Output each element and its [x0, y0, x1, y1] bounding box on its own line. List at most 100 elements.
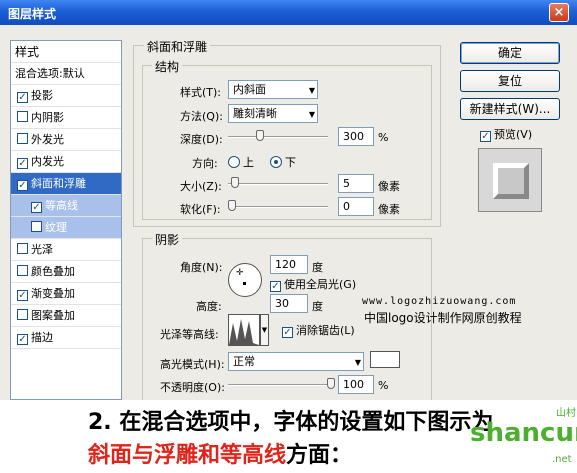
- sidebar-item-inner-glow[interactable]: ✓ 内发光: [11, 151, 121, 173]
- size-input[interactable]: 5: [338, 174, 374, 193]
- sidebar-item-label: 内发光: [31, 155, 64, 168]
- sidebar-item-satin[interactable]: 光泽: [11, 239, 121, 261]
- size-slider-track[interactable]: [228, 183, 328, 185]
- sidebar-item-texture[interactable]: 纹理: [11, 217, 121, 239]
- styles-header[interactable]: 样式: [11, 41, 121, 63]
- close-button[interactable]: ×: [549, 3, 569, 22]
- global-light-checkbox[interactable]: ✓ 使用全局光(G): [270, 276, 356, 292]
- checkbox-checked-icon[interactable]: ✓: [31, 202, 42, 213]
- anti-aliased-label: 消除锯齿(L): [296, 324, 355, 337]
- reset-button[interactable]: 复位: [460, 70, 560, 92]
- ok-button[interactable]: 确定: [460, 42, 560, 64]
- gloss-contour-preview[interactable]: [228, 314, 260, 346]
- watermark-text: 中国logo设计制作网原创教程: [364, 311, 522, 325]
- angle-dot-icon: [243, 282, 246, 285]
- highlight-mode-label: 高光模式(H):: [160, 358, 225, 371]
- structure-title: 结构: [152, 58, 183, 75]
- sidebar-item-drop-shadow[interactable]: ✓ 投影: [11, 85, 121, 107]
- sidebar-item-pattern-overlay[interactable]: 图案叠加: [11, 305, 121, 327]
- altitude-input[interactable]: 30: [270, 294, 308, 313]
- style-preview: [478, 148, 542, 212]
- direction-down-label: 下: [285, 156, 296, 169]
- checkbox-icon[interactable]: [17, 111, 28, 122]
- checkbox-icon[interactable]: [17, 133, 28, 144]
- angle-dial[interactable]: ✛: [228, 263, 262, 297]
- direction-down-radio[interactable]: 下: [270, 154, 296, 170]
- radio-selected-icon[interactable]: [270, 156, 282, 168]
- checkbox-checked-icon[interactable]: ✓: [17, 92, 28, 103]
- opacity-input[interactable]: 100: [338, 375, 374, 394]
- sidebar-item-label: 外发光: [31, 133, 64, 146]
- preview-checkbox[interactable]: ✓ 预览(V): [480, 126, 532, 142]
- highlight-mode-dropdown[interactable]: 正常 ▼: [228, 352, 364, 371]
- highlight-mode-value: 正常: [233, 355, 255, 368]
- sidebar-item-label: 光泽: [31, 243, 53, 256]
- soften-slider-track[interactable]: [228, 206, 328, 208]
- sidebar-item-gradient-overlay[interactable]: ✓ 渐变叠加: [11, 283, 121, 305]
- depth-input[interactable]: 300: [338, 127, 374, 146]
- blending-options[interactable]: 混合选项:默认: [11, 63, 121, 85]
- style-dropdown[interactable]: 内斜面 ▼: [228, 80, 318, 99]
- direction-label: 方向:: [192, 157, 218, 170]
- altitude-unit: 度: [312, 300, 323, 313]
- soften-slider-thumb[interactable]: [228, 200, 236, 211]
- logo-sub: 山村: [556, 408, 576, 419]
- checkbox-checked-icon[interactable]: ✓: [17, 290, 28, 301]
- checkbox-icon[interactable]: [17, 309, 28, 320]
- caption-area: 2. 在混合选项中，字体的设置如下图示为 斜面与浮雕和等高线方面： shancu…: [0, 400, 577, 473]
- opacity-slider-track[interactable]: [228, 384, 334, 386]
- anti-aliased-checkbox[interactable]: ✓ 消除锯齿(L): [282, 322, 355, 338]
- sidebar-item-bevel-emboss[interactable]: ✓ 斜面和浮雕: [11, 173, 121, 195]
- depth-slider-track[interactable]: [228, 136, 328, 138]
- checkbox-checked-icon[interactable]: ✓: [270, 281, 281, 292]
- sidebar-item-label: 图案叠加: [31, 309, 75, 322]
- technique-label: 方法(Q):: [180, 110, 223, 123]
- highlight-color-swatch[interactable]: [370, 351, 400, 368]
- bevel-emboss-title: 斜面和浮雕: [144, 38, 211, 55]
- gloss-contour-dropdown[interactable]: ▼: [260, 314, 269, 346]
- caption-highlight: 斜面与浮雕和等高线: [88, 443, 287, 468]
- crosshair-icon: ✛: [236, 268, 244, 278]
- checkbox-checked-icon[interactable]: ✓: [17, 334, 28, 345]
- sidebar-item-label: 斜面和浮雕: [31, 177, 86, 190]
- checkbox-icon[interactable]: [17, 243, 28, 254]
- opacity-unit: %: [378, 379, 389, 392]
- sidebar-item-outer-glow[interactable]: 外发光: [11, 129, 121, 151]
- sidebar-item-stroke[interactable]: ✓ 描边: [11, 327, 121, 349]
- opacity-slider-thumb[interactable]: [327, 378, 335, 389]
- sidebar-item-label: 投影: [31, 89, 53, 102]
- angle-label: 角度(N):: [180, 261, 223, 274]
- window-title: 图层样式: [8, 7, 57, 21]
- caption-line-2: 斜面与浮雕和等高线方面：: [88, 437, 352, 469]
- chevron-down-icon: ▼: [308, 86, 315, 95]
- sidebar-item-contour[interactable]: ✓ 等高线: [11, 195, 121, 217]
- sidebar-item-label: 内阴影: [31, 111, 64, 124]
- sidebar-item-inner-shadow[interactable]: 内阴影: [11, 107, 121, 129]
- sidebar-item-label: 纹理: [45, 221, 67, 234]
- angle-unit: 度: [312, 261, 323, 274]
- contour-curve-icon: [229, 319, 259, 345]
- soften-input[interactable]: 0: [338, 197, 374, 216]
- chevron-down-icon: ▼: [308, 110, 315, 119]
- new-style-button[interactable]: 新建样式(W)...: [460, 98, 560, 120]
- size-slider-thumb[interactable]: [231, 177, 239, 188]
- checkbox-checked-icon[interactable]: ✓: [282, 327, 293, 338]
- opacity-label: 不透明度(O):: [160, 381, 225, 394]
- checkbox-icon[interactable]: [17, 265, 28, 276]
- sidebar-item-label: 渐变叠加: [31, 287, 75, 300]
- checkbox-checked-icon[interactable]: ✓: [17, 158, 28, 169]
- shancun-logo: shancun: [470, 418, 577, 448]
- checkbox-checked-icon[interactable]: ✓: [17, 180, 28, 191]
- logo-net: .net: [552, 454, 572, 465]
- checkbox-icon[interactable]: [31, 221, 42, 232]
- radio-icon[interactable]: [228, 156, 240, 168]
- direction-up-radio[interactable]: 上: [228, 154, 254, 170]
- depth-slider-thumb[interactable]: [256, 130, 264, 141]
- logo-text: shancun: [470, 418, 577, 448]
- technique-dropdown[interactable]: 雕刻清晰 ▼: [228, 104, 318, 123]
- depth-unit: %: [378, 131, 389, 144]
- preview-swatch: [493, 163, 529, 199]
- angle-input[interactable]: 120: [270, 255, 308, 274]
- sidebar-item-color-overlay[interactable]: 颜色叠加: [11, 261, 121, 283]
- checkbox-checked-icon[interactable]: ✓: [480, 131, 491, 142]
